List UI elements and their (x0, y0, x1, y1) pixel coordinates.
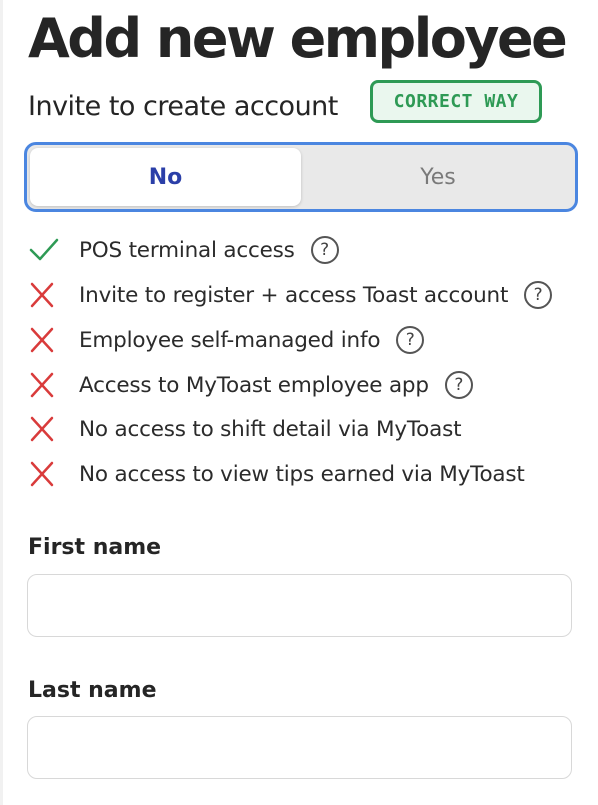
toggle-option-yes[interactable]: Yes (303, 148, 573, 206)
check-icon (28, 235, 64, 265)
feature-item: No access to shift detail via MyToast (28, 409, 462, 449)
invite-row: Invite to create account (28, 80, 338, 132)
first-name-label: First name (28, 535, 162, 560)
feature-item: Employee self-managed info ? (28, 320, 425, 360)
help-icon[interactable]: ? (310, 236, 339, 264)
first-name-input[interactable] (27, 574, 572, 637)
feature-item: POS terminal access ? (28, 230, 339, 270)
invite-label: Invite to create account (28, 90, 338, 122)
correct-way-badge: CORRECT WAY (370, 80, 542, 123)
feature-item: No access to view tips earned via MyToas… (28, 454, 525, 494)
feature-item: Access to MyToast employee app ? (28, 365, 473, 405)
invite-toggle: No Yes (24, 142, 578, 212)
x-icon (28, 459, 64, 489)
left-edge-divider (0, 0, 3, 805)
toggle-option-no[interactable]: No (30, 148, 301, 206)
feature-label: No access to shift detail via MyToast (79, 416, 462, 442)
last-name-input[interactable] (27, 716, 572, 779)
help-icon[interactable]: ? (396, 326, 425, 354)
x-icon (28, 370, 64, 400)
feature-label: Invite to register + access Toast accoun… (79, 282, 509, 308)
feature-label: Employee self-managed info (79, 327, 381, 353)
feature-item: Invite to register + access Toast accoun… (28, 275, 553, 315)
page-title: Add new employee (28, 7, 568, 70)
x-icon (28, 325, 64, 355)
x-icon (28, 280, 64, 310)
help-icon[interactable]: ? (444, 371, 473, 399)
feature-label: No access to view tips earned via MyToas… (79, 461, 525, 487)
last-name-label: Last name (28, 678, 157, 703)
feature-label: Access to MyToast employee app (79, 372, 429, 398)
help-icon[interactable]: ? (524, 281, 553, 309)
feature-label: POS terminal access (79, 237, 295, 263)
x-icon (28, 414, 64, 444)
